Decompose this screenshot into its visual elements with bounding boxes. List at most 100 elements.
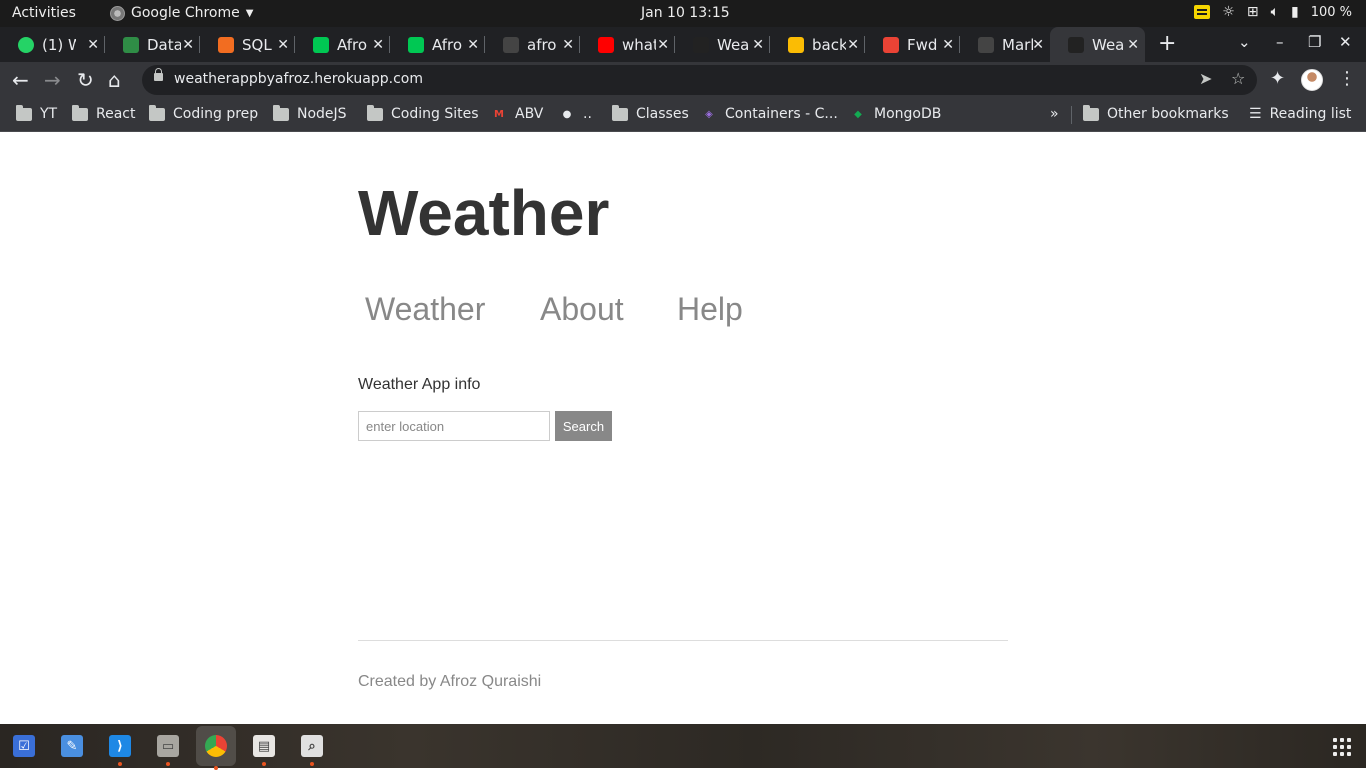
bookmark-label: Coding Sites xyxy=(391,106,479,122)
activities-button[interactable]: Activities xyxy=(12,5,76,21)
app-menu-label: Google Chrome xyxy=(131,5,240,21)
extensions-icon[interactable]: ✦ xyxy=(1270,68,1285,89)
nav-link-about[interactable]: About xyxy=(540,291,624,328)
close-tab-icon[interactable]: ✕ xyxy=(467,37,479,53)
dock: ☑ ✎ ⟩ ▭ ▤ ⌕ xyxy=(0,724,1366,770)
close-tab-icon[interactable]: ✕ xyxy=(847,37,859,53)
battery-level: 100 % xyxy=(1310,4,1352,20)
close-tab-icon[interactable]: ✕ xyxy=(562,37,574,53)
bookmark-item[interactable]: Classes xyxy=(612,104,689,122)
more-menu-icon[interactable]: ⋮ xyxy=(1338,68,1356,89)
text-editor-icon: ✎ xyxy=(61,735,83,757)
app-menu[interactable]: Google Chrome ▼ xyxy=(110,5,253,21)
reload-icon[interactable]: ↻ xyxy=(77,68,94,92)
url-text[interactable]: weatherappbyafroz.herokuapp.com xyxy=(174,71,423,87)
footer-credit: Created by Afroz Quraishi xyxy=(358,673,542,690)
dock-item[interactable]: ⌕ xyxy=(296,730,328,766)
image-viewer-icon: ⌕ xyxy=(301,735,323,757)
brightness-icon[interactable]: ☼ xyxy=(1222,4,1235,20)
bookmarks-divider xyxy=(1071,106,1072,124)
close-tab-icon[interactable]: ✕ xyxy=(942,37,954,53)
minimize-icon[interactable]: – xyxy=(1276,33,1284,51)
browser-tab[interactable]: what ✕ xyxy=(580,27,675,62)
close-tab-icon[interactable]: ✕ xyxy=(1032,37,1044,53)
other-bookmarks[interactable]: Other bookmarks xyxy=(1083,104,1229,122)
bookmark-item[interactable]: Coding Sites xyxy=(367,104,479,122)
weather-icon xyxy=(1068,36,1084,53)
volume-icon[interactable]: 🔈︎ xyxy=(1271,4,1279,20)
files-icon: ▭ xyxy=(157,735,179,757)
address-bar[interactable]: weatherappbyafroz.herokuapp.com ➤ ☆ xyxy=(142,65,1257,95)
home-icon[interactable]: ⌂ xyxy=(108,68,121,92)
bookmark-item[interactable]: ◆ MongoDB xyxy=(850,106,941,122)
close-tab-icon[interactable]: ✕ xyxy=(657,37,669,53)
profile-avatar[interactable] xyxy=(1301,69,1323,91)
nav-link-weather[interactable]: Weather xyxy=(365,291,485,328)
send-to-device-icon[interactable]: ➤ xyxy=(1199,69,1212,88)
browser-tab[interactable]: Wea ✕ xyxy=(1050,27,1145,62)
tab-strip: + ⌄ – ❐ ✕ (1) W ✕ Data ✕ SQL ✕ Afro ✕ Afro ✕ afro ✕… xyxy=(0,27,1366,62)
nav-link-help[interactable]: Help xyxy=(677,291,743,328)
clock[interactable]: Jan 10 13:15 xyxy=(641,5,730,21)
battery-icon[interactable]: ▮ xyxy=(1291,4,1299,20)
bookmark-star-icon[interactable]: ☆ xyxy=(1231,69,1245,88)
location-input[interactable] xyxy=(358,411,550,441)
show-applications-icon[interactable] xyxy=(1333,738,1351,756)
tasks-app-icon: ☑ xyxy=(13,735,35,757)
bookmark-label: Coding prep xyxy=(173,106,259,122)
running-indicator xyxy=(214,766,218,770)
browser-tab[interactable]: afro ✕ xyxy=(485,27,580,62)
forward-icon[interactable]: → xyxy=(44,68,61,92)
browser-tab[interactable]: Fwd ✕ xyxy=(865,27,960,62)
page-title: Weather xyxy=(358,177,610,249)
close-tab-icon[interactable]: ✕ xyxy=(182,37,194,53)
close-tab-icon[interactable]: ✕ xyxy=(372,37,384,53)
dock-item[interactable]: ✎ xyxy=(56,730,88,762)
new-tab-icon[interactable]: + xyxy=(1158,31,1176,56)
bookmark-item[interactable]: NodeJS xyxy=(273,104,347,122)
containers-icon: ◈ xyxy=(705,108,713,120)
browser-tab[interactable]: back ✕ xyxy=(770,27,865,62)
dock-item[interactable] xyxy=(196,726,236,770)
lock-icon[interactable] xyxy=(154,68,163,81)
tab-search-icon[interactable]: ⌄ xyxy=(1238,33,1251,51)
browser-tab[interactable]: Afro ✕ xyxy=(295,27,390,62)
dock-item[interactable]: ⟩ xyxy=(104,730,136,766)
close-tab-icon[interactable]: ✕ xyxy=(87,37,99,53)
web-page: Weather Weather About Help Weather App i… xyxy=(0,133,1366,724)
back-icon[interactable]: ← xyxy=(12,68,29,92)
youtube-icon xyxy=(598,36,614,53)
folder-icon xyxy=(612,104,628,121)
close-window-icon[interactable]: ✕ xyxy=(1339,33,1352,51)
dock-item[interactable]: ▭ xyxy=(152,730,184,766)
search-button[interactable]: Search xyxy=(555,411,612,441)
network-icon[interactable]: ⊞ xyxy=(1247,4,1259,20)
bookmark-item[interactable]: React xyxy=(72,104,135,122)
bookmark-item[interactable]: Coding prep xyxy=(149,104,259,122)
maximize-icon[interactable]: ❐ xyxy=(1308,33,1321,51)
dock-item[interactable]: ▤ xyxy=(248,730,280,766)
dock-item[interactable]: ☑ xyxy=(8,730,40,762)
browser-tab[interactable]: SQL ✕ xyxy=(200,27,295,62)
close-tab-icon[interactable]: ✕ xyxy=(1127,37,1139,53)
close-tab-icon[interactable]: ✕ xyxy=(277,37,289,53)
gmail-icon: M xyxy=(494,108,504,120)
bookmarks-overflow-button[interactable]: » xyxy=(1050,106,1059,122)
vscode-icon: ⟩ xyxy=(109,735,131,757)
notes-indicator-icon[interactable] xyxy=(1194,5,1211,19)
browser-tab[interactable]: Wea ✕ xyxy=(675,27,770,62)
mongodb-icon: ◆ xyxy=(854,108,862,120)
bookmark-item[interactable]: YT xyxy=(16,104,57,122)
reading-list[interactable]: ☰ Reading list xyxy=(1249,106,1351,122)
reading-list-icon: ☰ xyxy=(1249,106,1262,122)
browser-tab[interactable]: Data ✕ xyxy=(105,27,200,62)
bookmark-item[interactable]: M ABV xyxy=(491,106,543,122)
bookmark-item[interactable]: ●.. xyxy=(559,106,592,122)
system-tray[interactable]: ☼ ⊞ 🔈︎ ▮ 100 % xyxy=(1194,4,1352,20)
close-tab-icon[interactable]: ✕ xyxy=(752,37,764,53)
browser-tab[interactable]: Afro ✕ xyxy=(390,27,485,62)
bookmark-item[interactable]: ◈ Containers - C... xyxy=(701,106,838,122)
browser-tab[interactable]: Marl ✕ xyxy=(960,27,1050,62)
tab-title: Data xyxy=(147,35,181,54)
browser-tab[interactable]: (1) W ✕ xyxy=(0,27,105,62)
